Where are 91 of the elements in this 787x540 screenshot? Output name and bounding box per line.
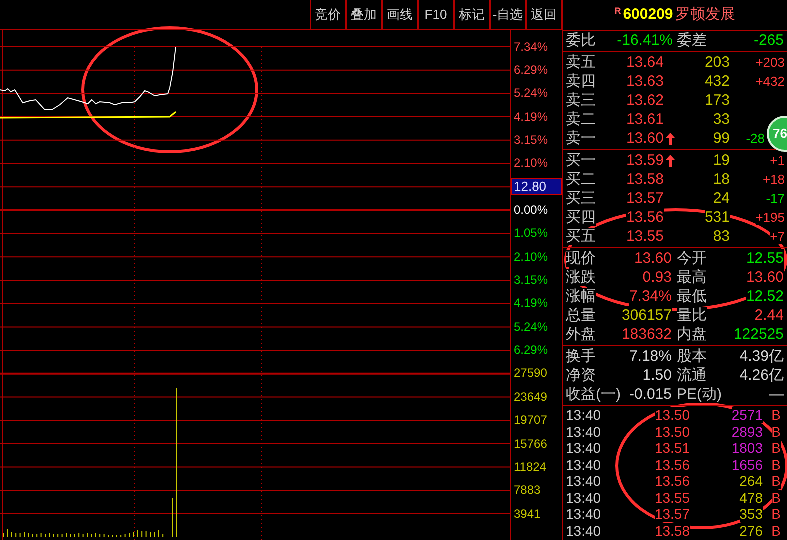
axis-label: 15766 — [513, 436, 548, 453]
stat-label: 委比 — [565, 30, 597, 51]
trade-price: 13.51 — [654, 440, 690, 456]
order-label: 卖四 — [565, 72, 597, 91]
trade-side: B — [772, 473, 781, 490]
stat-label: 净资 — [566, 367, 596, 384]
order-label: 买一 — [565, 151, 597, 170]
toolbar-button[interactable]: -自选 — [490, 0, 526, 29]
axis-label: 1.05% — [513, 225, 548, 242]
axis-label: 27590 — [513, 365, 548, 382]
stat-value: -265 — [752, 30, 785, 51]
toolbar-button[interactable]: 返回 — [526, 0, 562, 29]
trade-volume: 1803 — [732, 440, 763, 456]
axis-label: 5.24% — [513, 318, 548, 336]
toolbar-button[interactable]: 标记 — [454, 0, 490, 29]
stat-label: 股本 — [677, 348, 707, 365]
trade-volume: 2893 — [732, 424, 763, 440]
up-arrow-icon — [666, 132, 675, 144]
order-change: +432 — [756, 74, 785, 89]
stat-label: 流通 — [677, 367, 707, 384]
stat-label: 外盘 — [566, 326, 596, 343]
trade-price: 13.50 — [654, 407, 690, 424]
stat-label: 涨跌 — [566, 269, 596, 286]
stat-label: 量比 — [677, 307, 707, 324]
axis-label: 3.15% — [513, 272, 548, 290]
stat-value: 12.55 — [746, 249, 784, 268]
order-change: -17 — [766, 191, 785, 206]
axis-label: 23649 — [513, 388, 548, 406]
order-label: 买五 — [565, 227, 597, 246]
trade-volume: 353 — [740, 506, 763, 522]
axis-label: 2.10% — [513, 248, 548, 266]
stat-label: 换手 — [566, 348, 596, 365]
axis-label: 3941 — [513, 506, 541, 523]
order-change: +203 — [756, 55, 785, 70]
stat-value: -16.41% — [616, 30, 673, 51]
axis-label: 0.00% — [513, 202, 548, 220]
axis-label: 2.10% — [513, 155, 548, 172]
stat-value: 4.39亿 — [740, 347, 784, 366]
order-change: -28 — [746, 131, 765, 146]
order-change: +195 — [756, 210, 785, 225]
axis-label: 19707 — [513, 412, 548, 430]
trade-price: 13.58 — [654, 522, 690, 539]
trade-volume: 2571 — [732, 407, 763, 424]
order-label: 卖二 — [565, 110, 597, 129]
trade-time: 13:40 — [566, 473, 602, 490]
stat-label: PE(动) — [677, 386, 722, 403]
stat-label: 最低 — [677, 288, 707, 305]
toolbar-button[interactable]: 叠加 — [346, 0, 382, 29]
trade-time: 13:40 — [566, 407, 602, 424]
stat-label: 今开 — [677, 250, 707, 267]
trade-side: B — [772, 490, 781, 506]
stat-value: 4.26亿 — [740, 366, 784, 385]
order-label: 买二 — [565, 170, 597, 189]
rank-mark-label: R — [614, 6, 622, 16]
order-label: 卖一 — [565, 129, 597, 148]
stat-label: 涨幅 — [566, 288, 596, 305]
order-label: 买三 — [565, 189, 597, 208]
stat-label: 总量 — [566, 307, 596, 324]
trade-time: 13:40 — [566, 506, 602, 522]
stock-code: 600209 — [623, 4, 674, 25]
order-change: +18 — [762, 172, 785, 187]
stock-name: 罗顿发展 — [675, 4, 736, 25]
order-change: +1 — [770, 153, 785, 168]
trade-time: 13:40 — [566, 440, 602, 456]
axis-label: 7883 — [513, 482, 541, 500]
stat-label: 最高 — [677, 269, 707, 286]
axis-label: 7.34% — [513, 38, 548, 56]
trade-volume: 264 — [740, 473, 763, 490]
axis-label: 11824 — [513, 458, 546, 476]
trade-price: 13.56 — [654, 473, 690, 490]
order-label: 卖三 — [565, 91, 597, 110]
toolbar-button[interactable]: 竞价 — [310, 0, 346, 29]
stat-label: 收益(一) — [566, 386, 621, 403]
axis-label: 4.19% — [513, 295, 548, 312]
up-arrow-icon — [666, 154, 675, 166]
stat-label: 现价 — [566, 250, 596, 267]
stat-value: 13.60 — [746, 268, 784, 287]
axis-label: 5.24% — [513, 85, 548, 102]
order-label: 买四 — [565, 208, 597, 227]
cursor-price-label: 12.80 — [511, 178, 562, 196]
axis-label: 6.29% — [513, 342, 548, 360]
stat-label: 委差 — [676, 30, 708, 51]
stat-label: 内盘 — [677, 326, 707, 343]
trade-price: 13.57 — [654, 506, 690, 522]
axis-label: 4.19% — [513, 108, 548, 126]
axis-label: 6.29% — [513, 62, 548, 80]
toolbar-button[interactable]: F10 — [418, 0, 454, 29]
toolbar-button[interactable]: 画线 — [382, 0, 418, 29]
axis-label: 3.15% — [513, 132, 548, 150]
order-label: 卖五 — [565, 53, 597, 72]
order-change: +7 — [770, 229, 785, 244]
